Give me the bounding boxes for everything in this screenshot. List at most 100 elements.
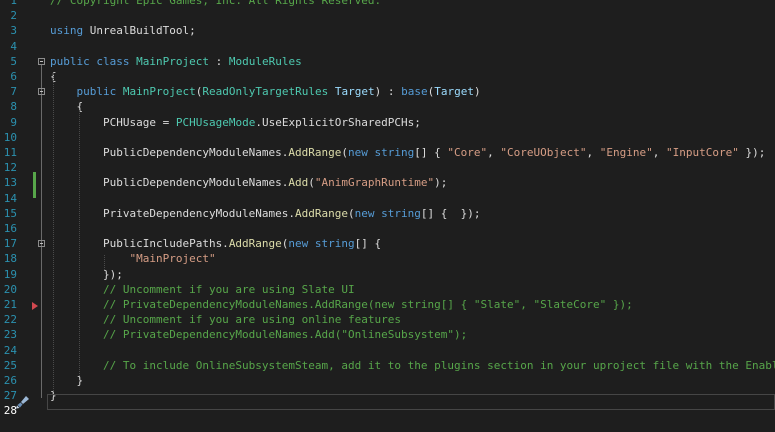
code-line: 4 (0, 39, 775, 54)
line-number: 10 (3, 130, 17, 144)
code-token: "CoreUObject" (500, 146, 587, 159)
code-token: // To include OnlineSubsystemSteam, add … (50, 358, 775, 372)
code-line: 21 // PrivateDependencyModuleNames.AddRa… (0, 297, 775, 312)
code-token: "AnimGraphRuntime" (314, 176, 435, 190)
code-token: // Copyright Epic Games, Inc. All Rights… (50, 0, 382, 7)
code-token: PCHUsageMode (175, 115, 256, 129)
code-line: 2 (0, 8, 775, 23)
code-line: 8 { (0, 99, 775, 114)
indent-guide (53, 73, 54, 391)
line-number: 12 (3, 161, 17, 175)
code-token: PCHUsage = (50, 115, 176, 129)
code-text: PCHUsage = PCHUsageMode.UseExplicitOrSha… (50, 115, 421, 130)
code-token: MainProject (136, 54, 209, 68)
code-text: // Uncomment if you are using Slate UI (50, 282, 355, 297)
code-token: // Uncomment if you are using Slate UI (50, 282, 355, 296)
code-token: "Core" (447, 146, 488, 159)
code-text: public MainProject(ReadOnlyTargetRules T… (50, 84, 481, 99)
code-line: 14 (0, 191, 775, 206)
code-token: // PrivateDependencyModuleNames.AddRange… (50, 298, 633, 311)
code-token: ); (434, 176, 448, 190)
fold-toggle-icon[interactable] (38, 88, 45, 95)
line-number: 16 (3, 222, 17, 235)
code-token: PublicDependencyModuleNames. (50, 176, 289, 190)
code-token: base (401, 85, 428, 99)
code-line: 5 public class MainProject : ModuleRules (0, 54, 775, 69)
code-token: Target (434, 85, 474, 99)
code-text: // Copyright Epic Games, Inc. All Rights… (50, 0, 381, 8)
code-editor[interactable]: 1 // Copyright Epic Games, Inc. All Right… (0, 0, 775, 432)
code-line: 6{ (0, 69, 775, 84)
code-text: using UnrealBuildTool; (50, 23, 196, 38)
line-number: 14 (3, 191, 17, 205)
line-number: 26 (3, 374, 17, 387)
code-line: 15 PrivateDependencyModuleNames.AddRange… (0, 206, 775, 221)
line-number: 24 (3, 343, 17, 357)
code-line: 24 (0, 343, 775, 358)
fold-toggle-icon[interactable] (38, 58, 45, 65)
code-token: Add (288, 176, 309, 190)
code-token: string (314, 237, 355, 251)
fold-toggle-icon[interactable] (38, 240, 45, 247)
code-line: 13 PublicDependencyModuleNames.Add("Anim… (0, 175, 775, 190)
code-token: new (354, 206, 375, 220)
code-line: 19 }); (0, 267, 775, 282)
code-line: 22 // Uncomment if you are using online … (0, 312, 775, 327)
code-line: 18 "MainProject" (0, 251, 775, 266)
code-token: // Uncomment if you are using online fea… (50, 313, 401, 327)
code-token: ) : (374, 85, 402, 99)
code-text: PublicDependencyModuleNames.AddRange(new… (50, 145, 765, 160)
code-token: MainProject (122, 85, 196, 99)
line-number: 3 (10, 24, 17, 38)
code-token: AddRange (295, 206, 349, 220)
code-line: 11 PublicDependencyModuleNames.AddRange(… (0, 145, 775, 160)
code-text: PublicDependencyModuleNames.Add("AnimGra… (50, 175, 447, 190)
code-line: 3 using UnrealBuildTool; (0, 23, 775, 38)
line-number: 20 (3, 282, 17, 296)
code-text: }); (50, 267, 123, 282)
code-line: 7 public MainProject(ReadOnlyTargetRules… (0, 84, 775, 99)
code-text: public class MainProject : ModuleRules (50, 54, 302, 69)
line-number: 9 (10, 115, 17, 129)
code-token: "InputCore" (665, 146, 739, 159)
code-token: PublicIncludePaths. (50, 237, 229, 251)
line-number: 17 (3, 237, 17, 251)
line-number: 21 (3, 298, 17, 311)
code-token: }); (50, 267, 123, 281)
breakpoint-arrow-icon[interactable] (32, 302, 38, 310)
line-number: 2 (10, 9, 17, 23)
line-number: 19 (3, 267, 17, 281)
code-token: AddRange (288, 146, 342, 159)
line-number: 18 (3, 252, 17, 266)
code-token: : (208, 54, 229, 68)
code-line: 16 (0, 221, 775, 236)
code-token: // PrivateDependencyModuleNames.Add("Onl… (50, 328, 468, 342)
current-line-highlight (47, 394, 775, 410)
code-token: , (487, 146, 501, 159)
code-line: 23 // PrivateDependencyModuleNames.Add("… (0, 327, 775, 342)
code-token: , (586, 146, 600, 159)
code-token: [] { (354, 237, 382, 251)
code-line: 26 } (0, 373, 775, 388)
code-token: ( (348, 206, 355, 220)
code-token: string (381, 206, 421, 220)
code-token: PrivateDependencyModuleNames. (50, 206, 296, 220)
code-line: 10 (0, 130, 775, 145)
code-token: }); (738, 146, 766, 159)
code-token: [] { (414, 146, 448, 159)
code-text: PublicIncludePaths.AddRange(new string[]… (50, 236, 381, 251)
line-number: 1 (10, 0, 17, 7)
code-token: new (288, 237, 309, 251)
code-line: 9 PCHUsage = PCHUsageMode.UseExplicitOrS… (0, 115, 775, 130)
fold-region-line (41, 65, 42, 398)
line-number: 13 (3, 176, 17, 190)
code-token: ModuleRules (228, 54, 302, 68)
code-token: using (50, 24, 84, 38)
paintbrush-icon[interactable] (14, 395, 30, 409)
code-token: Target (334, 85, 375, 99)
code-token: public (50, 54, 90, 68)
code-token: string (374, 146, 415, 159)
